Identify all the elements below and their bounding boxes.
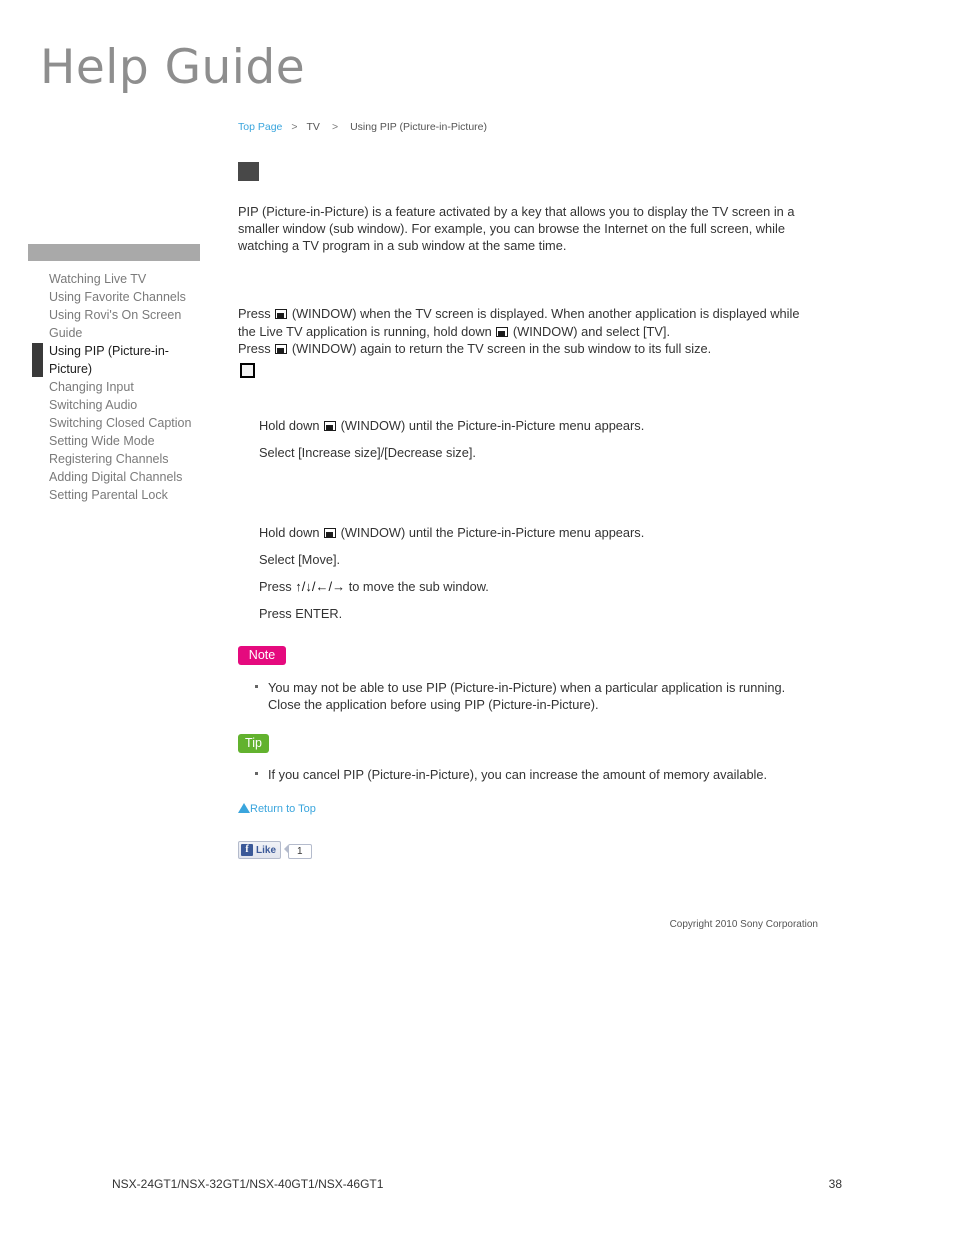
return-to-top-label[interactable]: Return to Top: [250, 803, 316, 815]
step-line: Select [Increase size]/[Decrease size].: [259, 445, 476, 460]
footer-page-number: 38: [828, 1177, 842, 1191]
press-line1-part-c: (WINDOW) and select [TV].: [512, 323, 670, 339]
step-line: Select [Move].: [259, 552, 341, 567]
sidebar-item-label: Using PIP (Picture-in-Picture): [49, 344, 169, 376]
bullet-dot-icon: [255, 772, 258, 775]
direction-arrows-icon: ↑/↓/←/→: [295, 579, 346, 594]
breadcrumb-link-top-page[interactable]: Top Page: [238, 121, 282, 133]
note-badge: Note: [238, 646, 286, 665]
window-key-icon: [496, 326, 509, 337]
sidebar-item-label: Using Favorite Channels: [49, 290, 186, 304]
facebook-icon: f: [241, 844, 253, 856]
site-logo: Help Guide: [40, 40, 306, 95]
triangle-up-icon: [238, 803, 250, 813]
step-text-part-b: to move the sub window.: [348, 579, 489, 594]
steps-move-group: Hold down (WINDOW) until the Picture-in-…: [259, 525, 819, 633]
press-line1-part-a: Press: [238, 306, 271, 321]
bullet-dot-icon: [255, 685, 258, 688]
facebook-like-count-wrap: 1: [284, 841, 312, 859]
window-key-icon: [324, 421, 337, 431]
step-text-part-a: Hold down: [259, 525, 320, 540]
breadcrumb-separator: >: [331, 121, 339, 133]
step-line: Hold down (WINDOW) until the Picture-in-…: [259, 418, 819, 434]
callout-arrow-icon: [284, 845, 289, 853]
sidebar-item-registering-channels[interactable]: Registering Channels: [28, 450, 200, 468]
sidebar-item-label: Switching Closed Caption: [49, 416, 192, 430]
step-text-part-b: (WINDOW) until the Picture-in-Picture me…: [340, 418, 645, 433]
step-text-part-b: (WINDOW) until the Picture-in-Picture me…: [340, 525, 645, 540]
sidebar-item-switching-closed-caption[interactable]: Switching Closed Caption: [28, 414, 200, 432]
press-line2-part-b: (WINDOW) again to return the TV screen i…: [291, 341, 712, 356]
window-key-icon: [275, 309, 288, 319]
sidebar-item-using-favorite-channels[interactable]: Using Favorite Channels: [28, 288, 200, 306]
sidebar-item-using-pip[interactable]: Using PIP (Picture-in-Picture): [28, 342, 200, 378]
bullet-item: You may not be able to use PIP (Picture-…: [252, 679, 812, 713]
tip-text: If you cancel PIP (Picture-in-Picture), …: [268, 767, 768, 782]
press-line2-part-a: Press: [238, 341, 271, 356]
sidebar-item-adding-digital-channels[interactable]: Adding Digital Channels: [28, 468, 200, 486]
copyright-text: Copyright 2010 Sony Corporation: [669, 919, 818, 930]
facebook-like-button[interactable]: f Like: [238, 841, 282, 859]
sidebar-item-changing-input[interactable]: Changing Input: [28, 378, 200, 396]
sidebar-item-label: Setting Wide Mode: [49, 434, 155, 448]
facebook-like-count: 1: [288, 844, 312, 859]
sidebar-item-label: Changing Input: [49, 380, 134, 394]
sidebar-item-watching-live-tv[interactable]: Watching Live TV: [28, 270, 200, 288]
press-instructions: Press (WINDOW) when the TV screen is dis…: [238, 305, 808, 358]
active-item-marker: [32, 343, 43, 377]
tip-badge: Tip: [238, 734, 269, 753]
footer-model-numbers: NSX-24GT1/NSX-32GT1/NSX-40GT1/NSX-46GT1: [112, 1177, 384, 1191]
breadcrumb: Top Page > TV > Using PIP (Picture-in-Pictur…: [238, 121, 487, 133]
facebook-like-widget: f Like 1: [238, 841, 312, 859]
breadcrumb-current: Using PIP (Picture-in-Picture): [350, 121, 488, 133]
facebook-like-label: Like: [256, 844, 277, 856]
sidebar: Watching Live TV Using Favorite Channels…: [28, 244, 200, 504]
note-body: You may not be able to use PIP (Picture-…: [252, 679, 812, 713]
intro-paragraph: PIP (Picture-in-Picture) is a feature ac…: [238, 204, 795, 253]
step-text-part-a: Press: [259, 579, 292, 594]
sidebar-header-bar: [28, 244, 200, 261]
breadcrumb-link-tv[interactable]: TV: [307, 121, 320, 133]
sidebar-item-label: Using Rovi's On Screen Guide: [49, 308, 182, 340]
section-heading-image-placeholder: [240, 363, 255, 378]
window-key-icon: [275, 344, 288, 354]
sidebar-item-switching-audio[interactable]: Switching Audio: [28, 396, 200, 414]
sidebar-item-label: Adding Digital Channels: [49, 470, 183, 484]
sidebar-item-label: Setting Parental Lock: [49, 488, 168, 502]
sidebar-item-setting-parental-lock[interactable]: Setting Parental Lock: [28, 486, 200, 504]
note-text: You may not be able to use PIP (Picture-…: [268, 680, 786, 712]
step-line: Press ↑/↓/←/→ to move the sub window.: [259, 579, 819, 595]
tip-body: If you cancel PIP (Picture-in-Picture), …: [252, 766, 812, 783]
sidebar-item-label: Switching Audio: [49, 398, 138, 412]
window-key-icon: [324, 528, 337, 538]
step-line: Press ENTER.: [259, 606, 343, 621]
bullet-item: If you cancel PIP (Picture-in-Picture), …: [252, 766, 812, 783]
sidebar-item-setting-wide-mode[interactable]: Setting Wide Mode: [28, 432, 200, 450]
step-text-part-a: Hold down: [259, 418, 320, 433]
sidebar-item-label: Watching Live TV: [49, 272, 147, 286]
sidebar-item-using-rovis-on-screen-guide[interactable]: Using Rovi's On Screen Guide: [28, 306, 200, 342]
sidebar-nav-list: Watching Live TV Using Favorite Channels…: [28, 270, 200, 504]
page-title-image-placeholder: [238, 162, 259, 181]
step-line: Hold down (WINDOW) until the Picture-in-…: [259, 525, 819, 541]
steps-resize-group: Hold down (WINDOW) until the Picture-in-…: [259, 418, 819, 472]
return-to-top[interactable]: Return to Top: [238, 803, 316, 815]
breadcrumb-separator: >: [291, 121, 298, 133]
sidebar-item-label: Registering Channels: [49, 452, 169, 466]
